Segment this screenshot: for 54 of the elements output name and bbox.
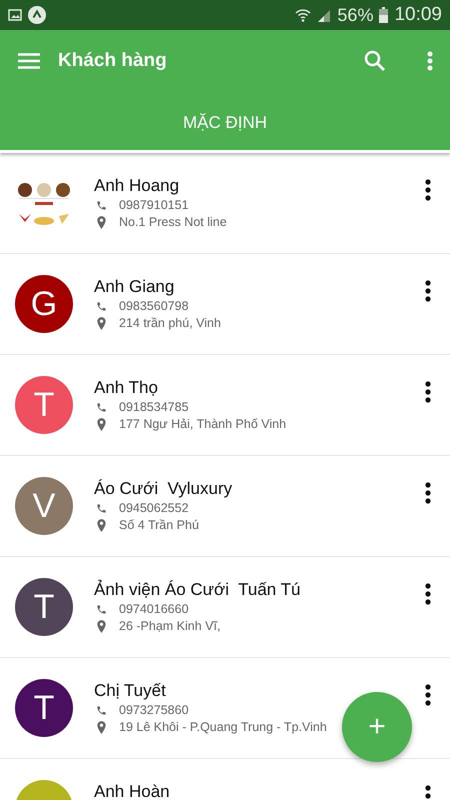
tab[interactable]: MẶC ĐỊNH <box>0 92 450 153</box>
signal-icon <box>317 8 332 22</box>
phone-number: 0987910151 <box>119 197 189 214</box>
customer-name: Anh Thọ <box>94 377 159 399</box>
phone-number: 0945062552 <box>119 500 189 517</box>
customer-name: Anh Giang <box>94 276 176 298</box>
avatar-initial: T <box>34 386 54 424</box>
menu-button[interactable] <box>18 53 40 69</box>
phone-icon <box>96 200 107 211</box>
customer-name: Anh Hoàn <box>94 781 171 800</box>
location-pin-icon <box>96 620 107 633</box>
image-icon <box>8 9 22 21</box>
avatar-initial: T <box>34 688 54 728</box>
customer-address: 19 Lê Khôi - P.Quang Trung - Tp.Vinh <box>119 719 327 736</box>
clock-time: 10:09 <box>394 4 442 26</box>
location-pin-icon <box>96 317 107 330</box>
wifi-icon <box>295 7 312 23</box>
more-vertical-icon <box>427 51 433 71</box>
more-vertical-icon <box>425 179 431 201</box>
phone-number: 0974016660 <box>119 601 189 618</box>
location-pin-icon <box>96 519 107 532</box>
avatar-initial: T <box>34 588 54 626</box>
screen-title: Khách hàng <box>58 50 168 72</box>
avatar-initial: V <box>32 486 56 526</box>
customer-name: Áo Cưới Vyluxury <box>94 478 234 500</box>
customer-address: 214 trần phú, Vinh <box>119 315 221 332</box>
phone-number: 0983560798 <box>119 298 189 315</box>
customer-name: Ảnh viện Áo Cưới Tuấn Tú <box>94 579 302 601</box>
customer-name: Chị Tuyết <box>94 680 167 702</box>
avatar-initial: G <box>30 284 58 324</box>
more-vertical-icon <box>425 684 431 706</box>
add-button[interactable]: + <box>342 692 412 762</box>
battery-icon <box>379 7 388 23</box>
customer-address: No.1 Press Not line <box>119 214 227 231</box>
location-pin-icon <box>96 721 107 734</box>
app-logo-icon <box>28 6 46 24</box>
phone-icon <box>96 402 107 413</box>
more-vertical-icon <box>425 280 431 302</box>
location-pin-icon <box>96 418 107 431</box>
phone-number: 0973275860 <box>119 702 189 719</box>
more-vertical-icon <box>425 482 431 504</box>
phone-icon <box>96 604 107 615</box>
phone-icon <box>96 705 107 716</box>
customer-address: 26 -Phạm Kinh Vĩ, <box>119 618 220 635</box>
customer-address: 177 Ngư Hải, Thành Phố Vinh <box>119 416 286 433</box>
location-pin-icon <box>96 216 107 229</box>
customer-address: Số 4 Trần Phú <box>119 517 199 534</box>
phone-icon <box>96 503 107 514</box>
more-vertical-icon <box>425 381 431 403</box>
phone-icon <box>96 301 107 312</box>
battery-percent: 56% <box>337 4 374 26</box>
more-vertical-icon <box>425 583 431 605</box>
phone-number: 0918534785 <box>119 399 189 416</box>
customer-name: Anh Hoang <box>94 175 180 197</box>
